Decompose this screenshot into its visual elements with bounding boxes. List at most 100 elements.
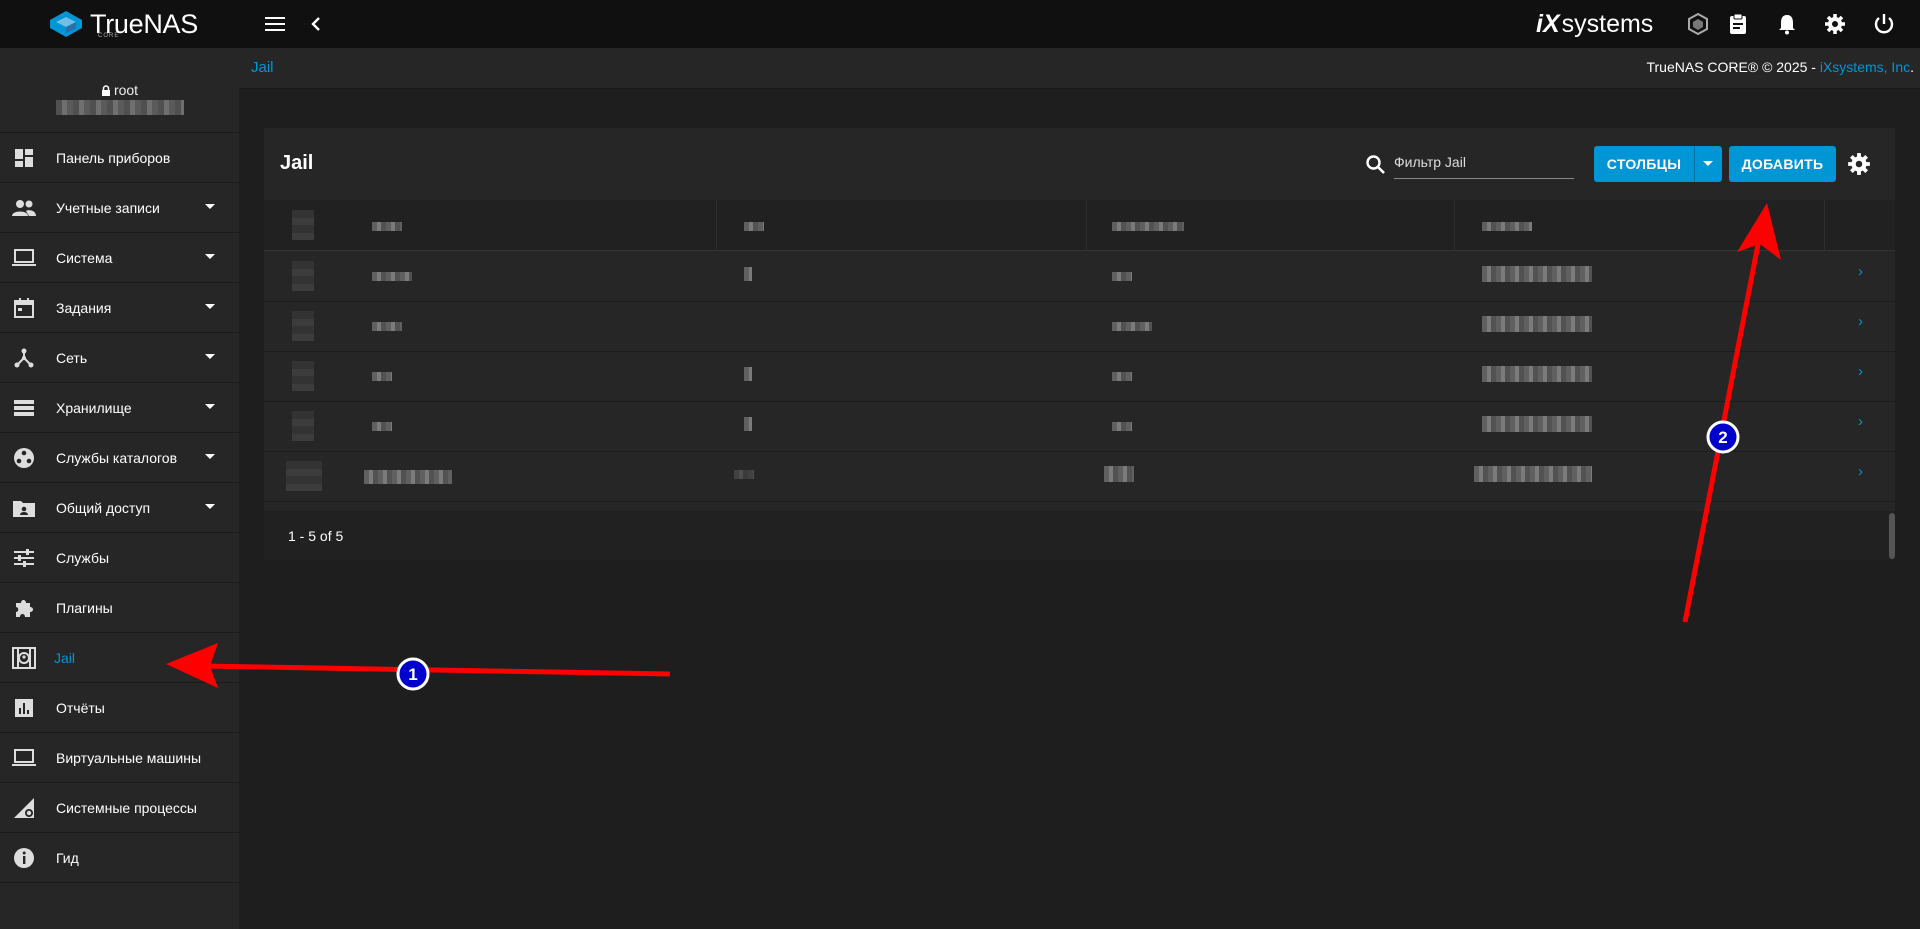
sidebar-item-dashboard[interactable]: Панель приборов: [0, 133, 239, 183]
column-header-redacted[interactable]: [372, 222, 402, 231]
row-checkbox[interactable]: [292, 261, 314, 291]
sidebar-item-services[interactable]: Службы: [0, 533, 239, 583]
columns-divider: [1694, 146, 1695, 182]
sidebar-item-label: Гид: [56, 849, 79, 866]
info-icon: [12, 846, 36, 870]
row-expand-icon[interactable]: ›: [1858, 263, 1863, 280]
sidebar-item-virtual-machines[interactable]: Виртуальные машины: [0, 733, 239, 783]
sidebar-item-label: Общий доступ: [56, 499, 151, 516]
truenas-logo[interactable]: TrueNAS CORE: [48, 6, 198, 42]
cell-redacted: [1112, 372, 1132, 381]
column-header-redacted[interactable]: [744, 222, 764, 231]
filter-field[interactable]: [1394, 150, 1574, 179]
add-button-label: ДОБАВИТЬ: [1741, 156, 1824, 172]
user-name: root: [0, 82, 239, 98]
power-icon[interactable]: [1872, 12, 1896, 36]
row-checkbox[interactable]: [292, 411, 314, 441]
systems-text: systems: [1561, 9, 1654, 38]
table-row[interactable]: ›: [264, 301, 1895, 352]
sidebar-item-guide[interactable]: Гид: [0, 833, 239, 883]
add-button[interactable]: ДОБАВИТЬ: [1729, 146, 1836, 182]
table-row[interactable]: ›: [264, 351, 1895, 402]
cell-redacted: [1112, 322, 1152, 331]
column-header-redacted[interactable]: [1112, 222, 1184, 231]
select-all-checkbox[interactable]: [292, 210, 314, 240]
sidebar-item-label: Отчёты: [56, 699, 105, 716]
truenas-logo-icon: [50, 11, 82, 37]
sidebar-item-reports[interactable]: Отчёты: [0, 683, 239, 733]
sidebar-item-system-processes[interactable]: Системные процессы: [0, 783, 239, 833]
chevron-down-icon: [205, 454, 215, 459]
sidebar-item-network[interactable]: Сеть: [0, 333, 239, 383]
processes-icon: [12, 796, 36, 820]
scrollbar[interactable]: [1889, 513, 1895, 559]
breadcrumb[interactable]: Jail: [251, 59, 274, 76]
copyright-text: TrueNAS CORE® © 2025 -: [1646, 59, 1820, 75]
dashboard-icon: [12, 146, 36, 170]
copyright-end: .: [1910, 59, 1914, 75]
cell-redacted: [1104, 466, 1134, 482]
row-expand-icon[interactable]: ›: [1858, 313, 1863, 330]
sidebar-item-label: Службы: [56, 549, 110, 566]
cell-redacted: [1482, 416, 1592, 432]
sidebar-item-label: Jail: [54, 649, 76, 666]
sidebar-item-label: Система: [56, 249, 113, 266]
bell-icon[interactable]: [1775, 12, 1799, 36]
sidebar-item-storage[interactable]: Хранилище: [0, 383, 239, 433]
cell-redacted: [734, 470, 754, 479]
jail-table-card: Jail СТОЛБЦЫ ДОБАВИТЬ ›: [264, 128, 1895, 560]
table-row[interactable]: ›: [264, 401, 1895, 452]
sidebar-item-sharing[interactable]: Общий доступ: [0, 483, 239, 533]
back-icon[interactable]: [304, 12, 328, 36]
ixsystems-link[interactable]: iXsystems, Inc: [1820, 59, 1910, 75]
row-checkbox[interactable]: [292, 311, 314, 341]
row-expand-icon[interactable]: ›: [1858, 363, 1863, 380]
sidebar-item-accounts[interactable]: Учетные записи: [0, 183, 239, 233]
row-expand-icon[interactable]: ›: [1858, 413, 1863, 430]
chevron-down-icon: [205, 254, 215, 259]
sidebar-item-label: Панель приборов: [56, 149, 171, 166]
brand-sub: CORE: [98, 33, 120, 39]
sidebar-item-directory-services[interactable]: Службы каталогов: [0, 433, 239, 483]
cell-redacted: [364, 470, 452, 484]
sidebar-item-label: Хранилище: [56, 399, 132, 416]
row-expand-icon[interactable]: ›: [1858, 463, 1863, 480]
jail-icon: [12, 646, 36, 670]
sidebar-item-tasks[interactable]: Задания: [0, 283, 239, 333]
truecommand-icon[interactable]: [1686, 12, 1710, 36]
sidebar-item-label: Плагины: [56, 599, 113, 616]
cell-redacted: [1482, 316, 1592, 332]
row-checkbox[interactable]: [286, 461, 322, 491]
cell-redacted: [372, 272, 412, 281]
columns-dropdown-icon[interactable]: [1703, 161, 1713, 166]
menu-icon[interactable]: [264, 12, 288, 36]
settings-icon[interactable]: [1823, 12, 1847, 36]
cell-redacted: [372, 372, 392, 381]
search-icon: [1366, 155, 1385, 174]
sidebar-item-jail[interactable]: Jail: [0, 633, 239, 683]
cell-redacted: [744, 417, 752, 431]
cell-redacted: [1112, 272, 1132, 281]
table-row[interactable]: ›: [264, 251, 1895, 302]
sidebar-item-plugins[interactable]: Плагины: [0, 583, 239, 633]
column-header-redacted[interactable]: [1482, 222, 1532, 231]
sharing-icon: [12, 496, 36, 520]
sidebar-item-label: Учетные записи: [56, 199, 160, 216]
clipboard-icon[interactable]: [1726, 12, 1750, 36]
sidebar-item-system[interactable]: Система: [0, 233, 239, 283]
filter-input[interactable]: [1394, 150, 1570, 174]
annotation-badge-1: 1: [396, 657, 430, 691]
columns-button[interactable]: СТОЛБЦЫ: [1594, 146, 1722, 182]
cell-redacted: [1474, 466, 1592, 482]
page-title: Jail: [280, 152, 314, 174]
user-block: root: [0, 48, 239, 133]
system-icon: [12, 246, 36, 270]
row-checkbox[interactable]: [292, 361, 314, 391]
annotation-arrow-1: [166, 643, 671, 688]
ix-mark: iX: [1536, 9, 1560, 38]
table-row[interactable]: ›: [264, 451, 1895, 502]
table-settings-icon[interactable]: [1847, 152, 1871, 176]
lock-icon: [101, 85, 110, 96]
plugins-icon: [12, 596, 36, 620]
ixsystems-logo[interactable]: iX systems: [1536, 10, 1653, 38]
